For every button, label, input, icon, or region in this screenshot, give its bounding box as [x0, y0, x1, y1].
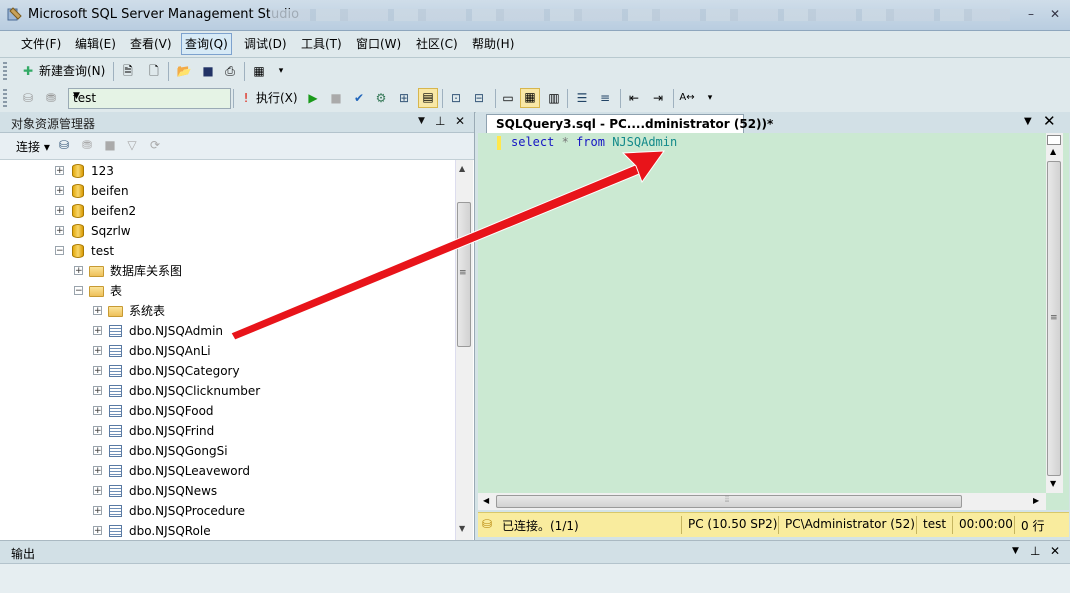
annotation-arrow	[230, 150, 666, 341]
arrow-shaft	[230, 162, 645, 341]
